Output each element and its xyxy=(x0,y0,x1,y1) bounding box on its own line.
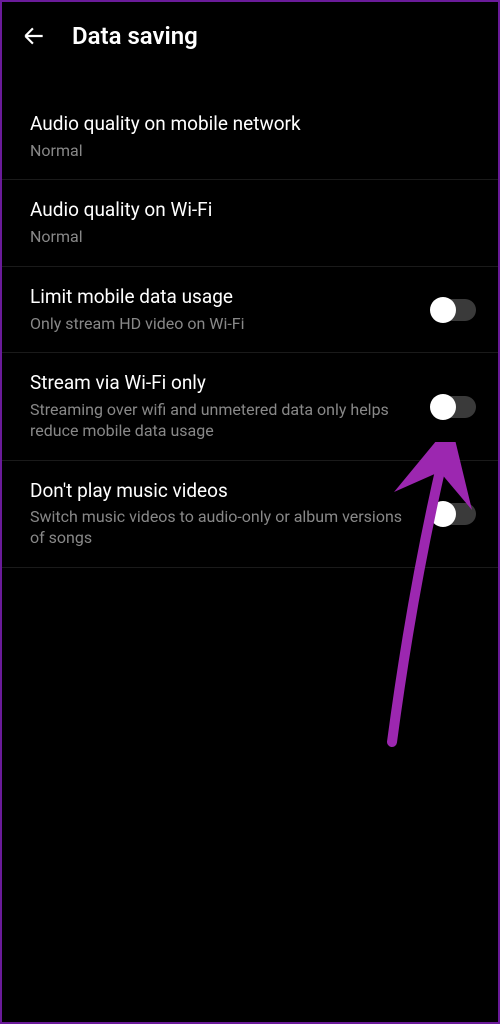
setting-content: Stream via Wi-Fi only Streaming over wif… xyxy=(30,371,432,441)
back-arrow-icon xyxy=(21,23,47,49)
setting-content: Audio quality on mobile network Normal xyxy=(30,112,476,161)
page-title: Data saving xyxy=(72,22,198,50)
setting-subtitle: Switch music videos to audio-only or alb… xyxy=(30,507,416,549)
setting-subtitle: Streaming over wifi and unmetered data o… xyxy=(30,400,416,442)
setting-subtitle: Normal xyxy=(30,141,460,162)
setting-title: Stream via Wi-Fi only xyxy=(30,371,416,396)
setting-dont-play-music-videos[interactable]: Don't play music videos Switch music vid… xyxy=(2,461,498,568)
setting-audio-quality-mobile[interactable]: Audio quality on mobile network Normal xyxy=(2,94,498,180)
toggle-stream-wifi-only[interactable] xyxy=(432,396,476,418)
setting-title: Audio quality on Wi-Fi xyxy=(30,198,460,223)
back-button[interactable] xyxy=(20,22,48,50)
toggle-knob-icon xyxy=(430,394,456,420)
setting-content: Audio quality on Wi-Fi Normal xyxy=(30,198,476,247)
setting-subtitle: Normal xyxy=(30,227,460,248)
setting-content: Don't play music videos Switch music vid… xyxy=(30,479,432,549)
settings-list: Audio quality on mobile network Normal A… xyxy=(2,68,498,568)
setting-title: Audio quality on mobile network xyxy=(30,112,460,137)
toggle-knob-icon xyxy=(430,501,456,527)
setting-title: Limit mobile data usage xyxy=(30,285,416,310)
toggle-limit-mobile-data[interactable] xyxy=(432,299,476,321)
setting-title: Don't play music videos xyxy=(30,479,416,504)
toggle-knob-icon xyxy=(430,297,456,323)
toggle-dont-play-music-videos[interactable] xyxy=(432,503,476,525)
setting-subtitle: Only stream HD video on Wi-Fi xyxy=(30,314,416,335)
setting-stream-wifi-only[interactable]: Stream via Wi-Fi only Streaming over wif… xyxy=(2,353,498,460)
setting-content: Limit mobile data usage Only stream HD v… xyxy=(30,285,432,334)
setting-audio-quality-wifi[interactable]: Audio quality on Wi-Fi Normal xyxy=(2,180,498,266)
header: Data saving xyxy=(2,2,498,68)
setting-limit-mobile-data[interactable]: Limit mobile data usage Only stream HD v… xyxy=(2,267,498,353)
